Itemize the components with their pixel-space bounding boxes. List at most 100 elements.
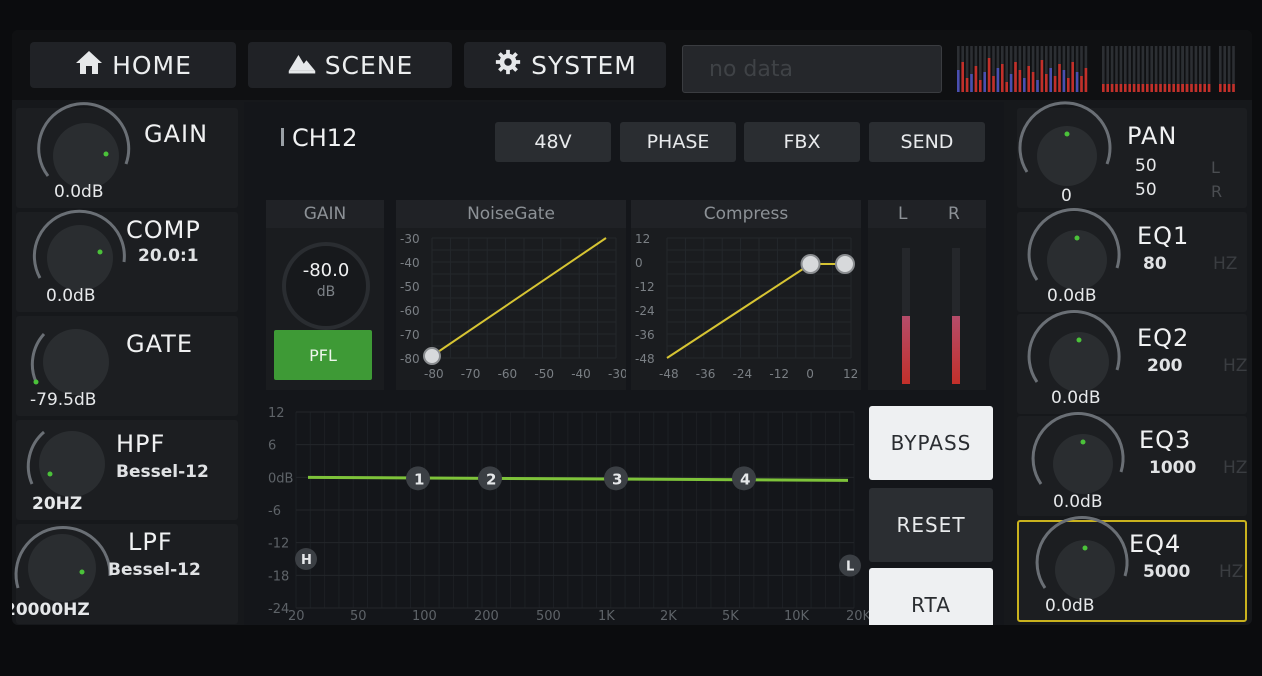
meter-level: [1219, 84, 1222, 92]
eq-y-tick: -12: [268, 537, 289, 552]
phase-button[interactable]: PHASE: [620, 122, 736, 162]
eq-lpf-marker: L: [846, 560, 854, 575]
meter-level: [957, 70, 960, 92]
compress-y-tick: -24: [635, 304, 655, 318]
send-button[interactable]: SEND: [869, 122, 985, 162]
bypass-button[interactable]: BYPASS: [869, 406, 993, 480]
eq1-title: EQ1: [1137, 222, 1190, 250]
eq2-title: EQ2: [1137, 324, 1190, 352]
meter-level: [1137, 84, 1140, 92]
comp-card[interactable]: COMP 20.0:1 0.0dB: [16, 209, 238, 312]
lpf-type: Bessel-12: [108, 560, 201, 580]
meter-l: [902, 248, 910, 384]
pfl-button[interactable]: PFL: [274, 330, 372, 380]
meter-l-fill: [902, 316, 910, 384]
meter-level: [1036, 80, 1039, 92]
eq4-freq: 5000: [1143, 562, 1191, 582]
gain-value: 0.0dB: [54, 182, 104, 202]
system-button[interactable]: SYSTEM: [464, 42, 666, 88]
meter-level: [1141, 84, 1145, 92]
noisegate-header: NoiseGate: [396, 200, 626, 228]
phantom-48v-button[interactable]: 48V: [495, 122, 611, 162]
noisegate-y-tick: -60: [400, 304, 420, 318]
input-gain-unit: dB: [316, 284, 336, 300]
eq2-value: 0.0dB: [1051, 388, 1101, 408]
compressor-header: Compress: [631, 200, 861, 228]
meter-level: [1027, 66, 1030, 92]
meter-level: [1040, 60, 1044, 92]
meter-level: [1207, 84, 1211, 92]
eq-x-tick: 1K: [598, 609, 615, 623]
noisegate-x-tick: -80: [424, 367, 444, 381]
meter-level: [987, 58, 991, 92]
compressor-graph[interactable]: 12 0 -12 -24 -36 -48 -48 -36 -24 -12 0 12: [631, 228, 861, 390]
hpf-card[interactable]: HPF Bessel-12 20HZ: [16, 420, 238, 520]
rta-button[interactable]: RTA: [869, 568, 993, 625]
meter-level: [970, 74, 973, 92]
noisegate-graph[interactable]: -30 -40 -50 -60 -70 -80 -80 -70 -60 -50 -40 -30: [396, 228, 626, 390]
eq2-card[interactable]: EQ2 200 HZ 0.0dB: [1017, 310, 1248, 414]
pan-left-value: 50: [1135, 156, 1157, 176]
meter-level: [1150, 84, 1153, 92]
meter-level: [1199, 84, 1202, 92]
noisegate-curve: [431, 237, 607, 357]
meter-level: [961, 62, 964, 92]
compress-x-tick: 12: [843, 367, 858, 381]
comp-value: 0.0dB: [46, 286, 96, 306]
system-label: SYSTEM: [531, 50, 637, 80]
meter-level: [1223, 84, 1226, 92]
meter-level: [1062, 70, 1066, 92]
eq1-card[interactable]: EQ1 80 HZ 0.0dB: [1017, 208, 1247, 312]
eq3-value: 0.0dB: [1053, 492, 1103, 512]
lpf-card[interactable]: LPF Bessel-12 20000HZ: [12, 524, 238, 624]
lr-meter-panel: L R: [868, 200, 986, 390]
meter-level: [1049, 68, 1052, 92]
meter-r-fill: [952, 316, 960, 384]
home-button[interactable]: HOME: [30, 42, 236, 88]
lpf-knob[interactable]: [12, 526, 116, 610]
hpf-title: HPF: [116, 430, 166, 458]
eq3-freq: 1000: [1149, 458, 1197, 478]
noisegate-x-tick: -30: [608, 367, 626, 381]
eq3-card[interactable]: EQ3 1000 HZ 0.0dB: [1017, 412, 1248, 516]
eq1-value: 0.0dB: [1047, 286, 1097, 306]
reset-button[interactable]: RESET: [869, 488, 993, 562]
meter-level: [1071, 62, 1074, 92]
compress-y-tick: -36: [635, 328, 655, 342]
eq-y-tick: -6: [268, 504, 281, 519]
gain-card[interactable]: GAIN 0.0dB: [16, 102, 238, 208]
gate-card[interactable]: GATE -79.5dB: [16, 316, 238, 416]
meter-level: [1080, 76, 1083, 92]
eq3-unit: HZ: [1223, 458, 1248, 478]
left-dynamics-column: GAIN 0.0dB COMP 20.0:1 0.0dB GATE -79.5d…: [12, 102, 240, 625]
meter-level: [1168, 84, 1171, 92]
eq-curve-graph[interactable]: 1260dB-6-12-18-2420 50 100 200 500 1K 2K 5K 10K 2…: [258, 398, 878, 623]
eq2-unit: HZ: [1223, 356, 1248, 376]
meter-level: [1163, 84, 1167, 92]
scene-label: SCENE: [324, 50, 414, 80]
eq2-freq: 200: [1147, 356, 1183, 376]
compress-threshold-handle: [800, 254, 821, 274]
meter-level: [1084, 68, 1088, 92]
scene-button[interactable]: SCENE: [248, 42, 452, 88]
noisegate-y-tick: -40: [400, 256, 420, 270]
pan-card[interactable]: 0 PAN 50 50 L R: [1017, 101, 1247, 208]
eq-band-label: 4: [740, 470, 750, 488]
meter-level: [1005, 82, 1008, 92]
status-display: no data: [682, 45, 942, 93]
eq-x-tick: 20: [288, 609, 305, 623]
eq4-unit: HZ: [1219, 562, 1244, 582]
meter-level: [974, 66, 978, 92]
compress-curve: [666, 263, 812, 359]
eq-y-tick: -24: [268, 602, 289, 617]
compress-y-tick: 0: [635, 256, 643, 270]
eq-x-tick: 20K: [846, 609, 872, 623]
meter-level: [1159, 84, 1162, 92]
channel-strip: CH12 48V PHASE FBX SEND GAIN -80.0 dB PF…: [244, 102, 1004, 625]
meter-level: [1185, 84, 1189, 92]
eq4-card-selected[interactable]: EQ4 5000 HZ 0.0dB: [1017, 516, 1247, 622]
eq-y-tick: -18: [268, 569, 289, 584]
meter-level: [1110, 84, 1114, 92]
eq-x-tick: 100: [412, 609, 437, 623]
fbx-button[interactable]: FBX: [744, 122, 860, 162]
